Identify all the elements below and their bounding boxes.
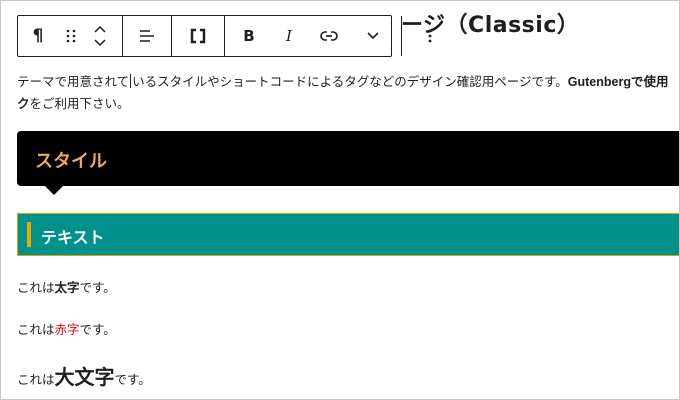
style-heading-text: スタイル xyxy=(35,151,107,172)
text-heading-text: テキスト xyxy=(41,228,105,247)
intro-text-rest: をご利用下さい。 xyxy=(29,96,130,111)
more-options-icon[interactable] xyxy=(402,16,458,56)
block-controls-group: ¶ xyxy=(18,16,123,56)
red-sample-paragraph[interactable]: これは赤字です。 xyxy=(17,319,116,338)
intro-paragraph[interactable]: テーマで用意されて いるスタイルやショートコードによるタグなどのデザイン確認用ペー… xyxy=(17,71,679,115)
shortcode-bracket-icon[interactable] xyxy=(172,16,224,56)
intro-bold-text: Gutenbergで使用 xyxy=(567,75,669,89)
intro-bold-text-2: ク xyxy=(17,97,30,111)
drag-handle-icon[interactable] xyxy=(58,16,84,56)
heading-accent-bar xyxy=(27,222,31,247)
large-sample-paragraph[interactable]: これは大文字です。 xyxy=(17,361,151,390)
link-icon[interactable] xyxy=(309,16,349,56)
text-heading-block[interactable]: テキスト xyxy=(17,213,679,256)
align-left-icon[interactable] xyxy=(123,16,171,56)
intro-line-1: テーマで用意されて いるスタイルやショートコードによるタグなどのデザイン確認用ペー… xyxy=(17,71,679,93)
p3-pre: これは xyxy=(17,372,55,387)
shortcode-group xyxy=(172,16,225,56)
intro-text-a: テーマで用意されて xyxy=(17,74,130,89)
p2-post: です。 xyxy=(79,322,116,337)
move-down-icon[interactable] xyxy=(94,39,106,47)
p1-post: です。 xyxy=(79,280,116,295)
p1-pre: これは xyxy=(17,280,55,295)
options-group xyxy=(402,16,458,56)
style-heading-block[interactable]: スタイル xyxy=(17,131,679,195)
editor-canvas: ージ（Classic） ¶ B I テーマで用意されて いるスタイルやショートコ… xyxy=(0,0,680,400)
intro-line-2: クをご利用下さい。 xyxy=(17,93,679,115)
move-up-icon[interactable] xyxy=(94,25,106,33)
bold-sample-text: 太字 xyxy=(54,280,80,295)
heading-pointer-decoration xyxy=(45,186,63,195)
red-sample-text: 赤字 xyxy=(54,322,80,337)
block-mover xyxy=(84,16,122,56)
bold-button[interactable]: B xyxy=(229,16,269,56)
p3-post: です。 xyxy=(114,372,151,387)
intro-text-b: いるスタイルやショートコードによるタグなどのデザイン確認用ページです。 xyxy=(132,74,568,89)
bold-sample-paragraph[interactable]: これは太字です。 xyxy=(17,277,116,296)
large-sample-text: 大文字 xyxy=(54,365,115,389)
italic-button[interactable]: I xyxy=(269,16,309,56)
format-group: B I xyxy=(225,16,402,56)
p2-pre: これは xyxy=(17,322,55,337)
align-group xyxy=(123,16,172,56)
more-formats-chevron-icon[interactable] xyxy=(349,16,397,56)
text-cursor xyxy=(130,74,132,88)
block-toolbar: ¶ B I xyxy=(17,15,432,57)
paragraph-block-icon[interactable]: ¶ xyxy=(18,16,58,56)
